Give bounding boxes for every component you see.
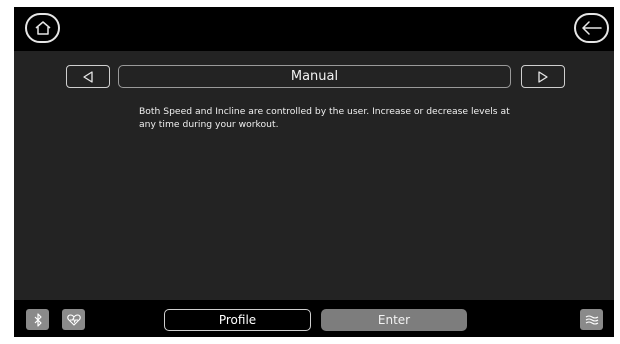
back-button[interactable] xyxy=(574,13,609,43)
previous-program-button[interactable] xyxy=(66,65,110,88)
profile-button[interactable]: Profile xyxy=(164,309,311,331)
top-bar xyxy=(14,7,614,51)
fan-icon xyxy=(585,314,598,325)
fan-button[interactable] xyxy=(580,309,603,330)
triangle-right-icon xyxy=(538,70,548,83)
enter-button[interactable]: Enter xyxy=(321,309,467,331)
program-description: Both Speed and Incline are controlled by… xyxy=(139,106,510,130)
heart-rate-button[interactable] xyxy=(62,309,85,330)
heart-rate-icon xyxy=(66,313,81,326)
home-icon xyxy=(35,21,50,35)
console-screen: Manual Both Speed and Incline are contro… xyxy=(14,7,614,337)
next-program-button[interactable] xyxy=(521,65,565,88)
triangle-left-icon xyxy=(83,70,93,83)
bottom-bar: Profile Enter xyxy=(14,300,614,337)
back-arrow-icon xyxy=(581,21,602,35)
program-selector: Manual xyxy=(14,65,614,89)
home-button[interactable] xyxy=(25,13,60,43)
bluetooth-icon xyxy=(34,312,42,327)
program-title: Manual xyxy=(118,65,511,88)
bluetooth-button[interactable] xyxy=(26,309,49,330)
